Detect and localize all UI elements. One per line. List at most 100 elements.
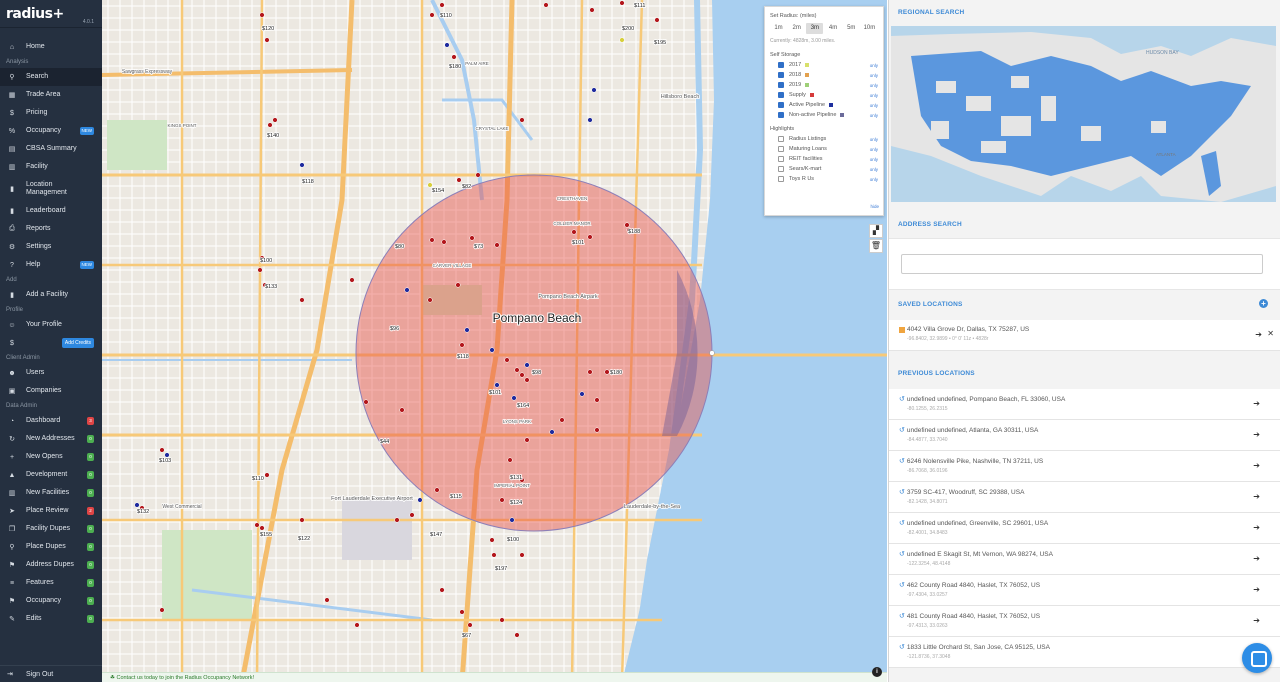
layer-checkbox[interactable] [778, 176, 784, 182]
facility-marker[interactable] [459, 342, 465, 348]
layer-checkbox[interactable] [778, 112, 784, 118]
facility-marker[interactable] [164, 452, 170, 458]
only-link[interactable]: only [870, 147, 878, 152]
layer-checkbox[interactable] [778, 102, 784, 108]
previous-location-card[interactable]: ↺ undefined undefined, Greenville, SC 296… [889, 513, 1280, 544]
facility-marker[interactable] [619, 37, 625, 43]
sidebar-item-place-dupes[interactable]: ⚲ Place Dupes 0 [0, 538, 102, 556]
only-link[interactable]: only [870, 177, 878, 182]
sidebar-item-your-profile[interactable]: ☺ Your Profile [0, 316, 102, 334]
radius-option-2m[interactable]: 2m [788, 23, 805, 34]
map-footer-banner[interactable]: ☘ Contact us today to join the Radius Oc… [102, 672, 887, 682]
layer-checkbox[interactable] [778, 156, 784, 162]
go-to-location-icon[interactable]: ➔ [1253, 461, 1260, 470]
facility-marker[interactable] [134, 502, 140, 508]
facility-marker[interactable] [299, 162, 305, 168]
sidebar-item-settings[interactable]: ⚙ Settings [0, 238, 102, 256]
facility-marker[interactable] [514, 367, 520, 373]
sidebar-item-occupancy[interactable]: ⚑ Occupancy 0 [0, 592, 102, 610]
address-search-input[interactable] [901, 254, 1263, 274]
facility-marker[interactable] [571, 229, 577, 235]
facility-marker[interactable] [499, 497, 505, 503]
radius-option-3m[interactable]: 3m [806, 23, 824, 34]
radius-option-10m[interactable]: 10m [861, 23, 878, 34]
facility-marker[interactable] [159, 447, 165, 453]
facility-marker[interactable] [507, 457, 513, 463]
facility-marker[interactable] [439, 2, 445, 8]
facility-marker[interactable] [591, 87, 597, 93]
previous-location-card[interactable]: ↺ 6246 Nolensville Pike, Nashville, TN 37… [889, 451, 1280, 482]
facility-marker[interactable] [489, 537, 495, 543]
sidebar-item-home[interactable]: ⌂ Home [0, 38, 102, 56]
sidebar-item-users[interactable]: ☻ Users [0, 364, 102, 382]
sign-out-button[interactable]: ⇥ Sign Out [0, 665, 102, 682]
layer-checkbox[interactable] [778, 92, 784, 98]
facility-marker[interactable] [417, 497, 423, 503]
facility-marker[interactable] [549, 429, 555, 435]
facility-marker[interactable] [299, 517, 305, 523]
facility-marker[interactable] [524, 437, 530, 443]
facility-marker[interactable] [504, 357, 510, 363]
previous-location-card[interactable]: ↺ 3759 SC-417, Woodruff, SC 29388, USA -82… [889, 482, 1280, 513]
facility-marker[interactable] [519, 552, 525, 558]
sidebar-item-features[interactable]: ≡ Features 0 [0, 574, 102, 592]
go-to-location-icon[interactable]: ➔ [1253, 430, 1260, 439]
facility-marker[interactable] [594, 427, 600, 433]
sidebar-item-reports[interactable]: ⎙ Reports [0, 220, 102, 238]
sidebar-item-edits[interactable]: ✎ Edits 0 [0, 610, 102, 628]
facility-marker[interactable] [404, 287, 410, 293]
facility-marker[interactable] [491, 552, 497, 558]
only-link[interactable]: only [870, 73, 878, 78]
layer-checkbox[interactable] [778, 82, 784, 88]
sidebar-item-location-management[interactable]: ▮ Location Management [0, 176, 102, 202]
sidebar-item-development[interactable]: ▲ Development 0 [0, 466, 102, 484]
facility-marker[interactable] [519, 372, 525, 378]
saved-location-card[interactable]: 4042 Villa Grove Dr, Dallas, TX 75287, U… [889, 320, 1280, 351]
facility-marker[interactable] [259, 525, 265, 531]
only-link[interactable]: only [870, 137, 878, 142]
facility-marker[interactable] [587, 117, 593, 123]
draw-tool-button[interactable]: ▞ [869, 224, 883, 238]
facility-marker[interactable] [267, 122, 273, 128]
layer-checkbox[interactable] [778, 72, 784, 78]
layer-checkbox[interactable] [778, 166, 784, 172]
facility-marker[interactable] [579, 391, 585, 397]
facility-marker[interactable] [354, 622, 360, 628]
previous-location-card[interactable]: ↺ 462 County Road 4840, Haslet, TX 76052,… [889, 575, 1280, 606]
info-icon[interactable]: i [872, 667, 882, 677]
facility-marker[interactable] [475, 172, 481, 178]
delete-tool-button[interactable]: 🗑 [869, 239, 883, 253]
facility-marker[interactable] [456, 177, 462, 183]
facility-marker[interactable] [619, 0, 625, 6]
go-to-location-icon[interactable]: ➔ [1253, 616, 1260, 625]
go-to-location-icon[interactable]: ➔ [1253, 585, 1260, 594]
facility-marker[interactable] [254, 522, 260, 528]
previous-location-card[interactable]: ↺ 481 County Road 4840, Haslet, TX 76052,… [889, 606, 1280, 637]
facility-marker[interactable] [429, 12, 435, 18]
hide-link[interactable]: hide [870, 204, 879, 209]
only-link[interactable]: only [870, 157, 878, 162]
facility-marker[interactable] [257, 267, 263, 273]
facility-marker[interactable] [494, 382, 500, 388]
remove-location-icon[interactable]: ✕ [1267, 329, 1274, 338]
sidebar-item-dashboard[interactable]: ◔ Dashboard 3 [0, 412, 102, 430]
facility-marker[interactable] [429, 237, 435, 243]
sidebar-item-add-credits[interactable]: $ Add Credits [0, 334, 102, 352]
facility-marker[interactable] [363, 399, 369, 405]
sidebar-item-search[interactable]: ⚲ Search [0, 68, 102, 86]
only-link[interactable]: only [870, 93, 878, 98]
sidebar-item-add-a-facility[interactable]: ▮ Add a Facility [0, 286, 102, 304]
facility-marker[interactable] [299, 297, 305, 303]
sidebar-item-address-dupes[interactable]: ⚑ Address Dupes 0 [0, 556, 102, 574]
app-logo[interactable]: radius+ 4.0.1 [0, 0, 102, 28]
facility-marker[interactable] [427, 182, 433, 188]
facility-marker[interactable] [394, 517, 400, 523]
regional-us-map[interactable]: HUDSON BAY ATLANTA [891, 26, 1276, 202]
facility-marker[interactable] [451, 54, 457, 60]
add-credits-button[interactable]: Add Credits [61, 338, 94, 348]
chat-launcher-button[interactable] [1242, 643, 1272, 673]
sidebar-item-place-review[interactable]: ➤ Place Review 2 [0, 502, 102, 520]
facility-marker[interactable] [594, 397, 600, 403]
facility-marker[interactable] [464, 327, 470, 333]
radius-option-1m[interactable]: 1m [770, 23, 787, 34]
